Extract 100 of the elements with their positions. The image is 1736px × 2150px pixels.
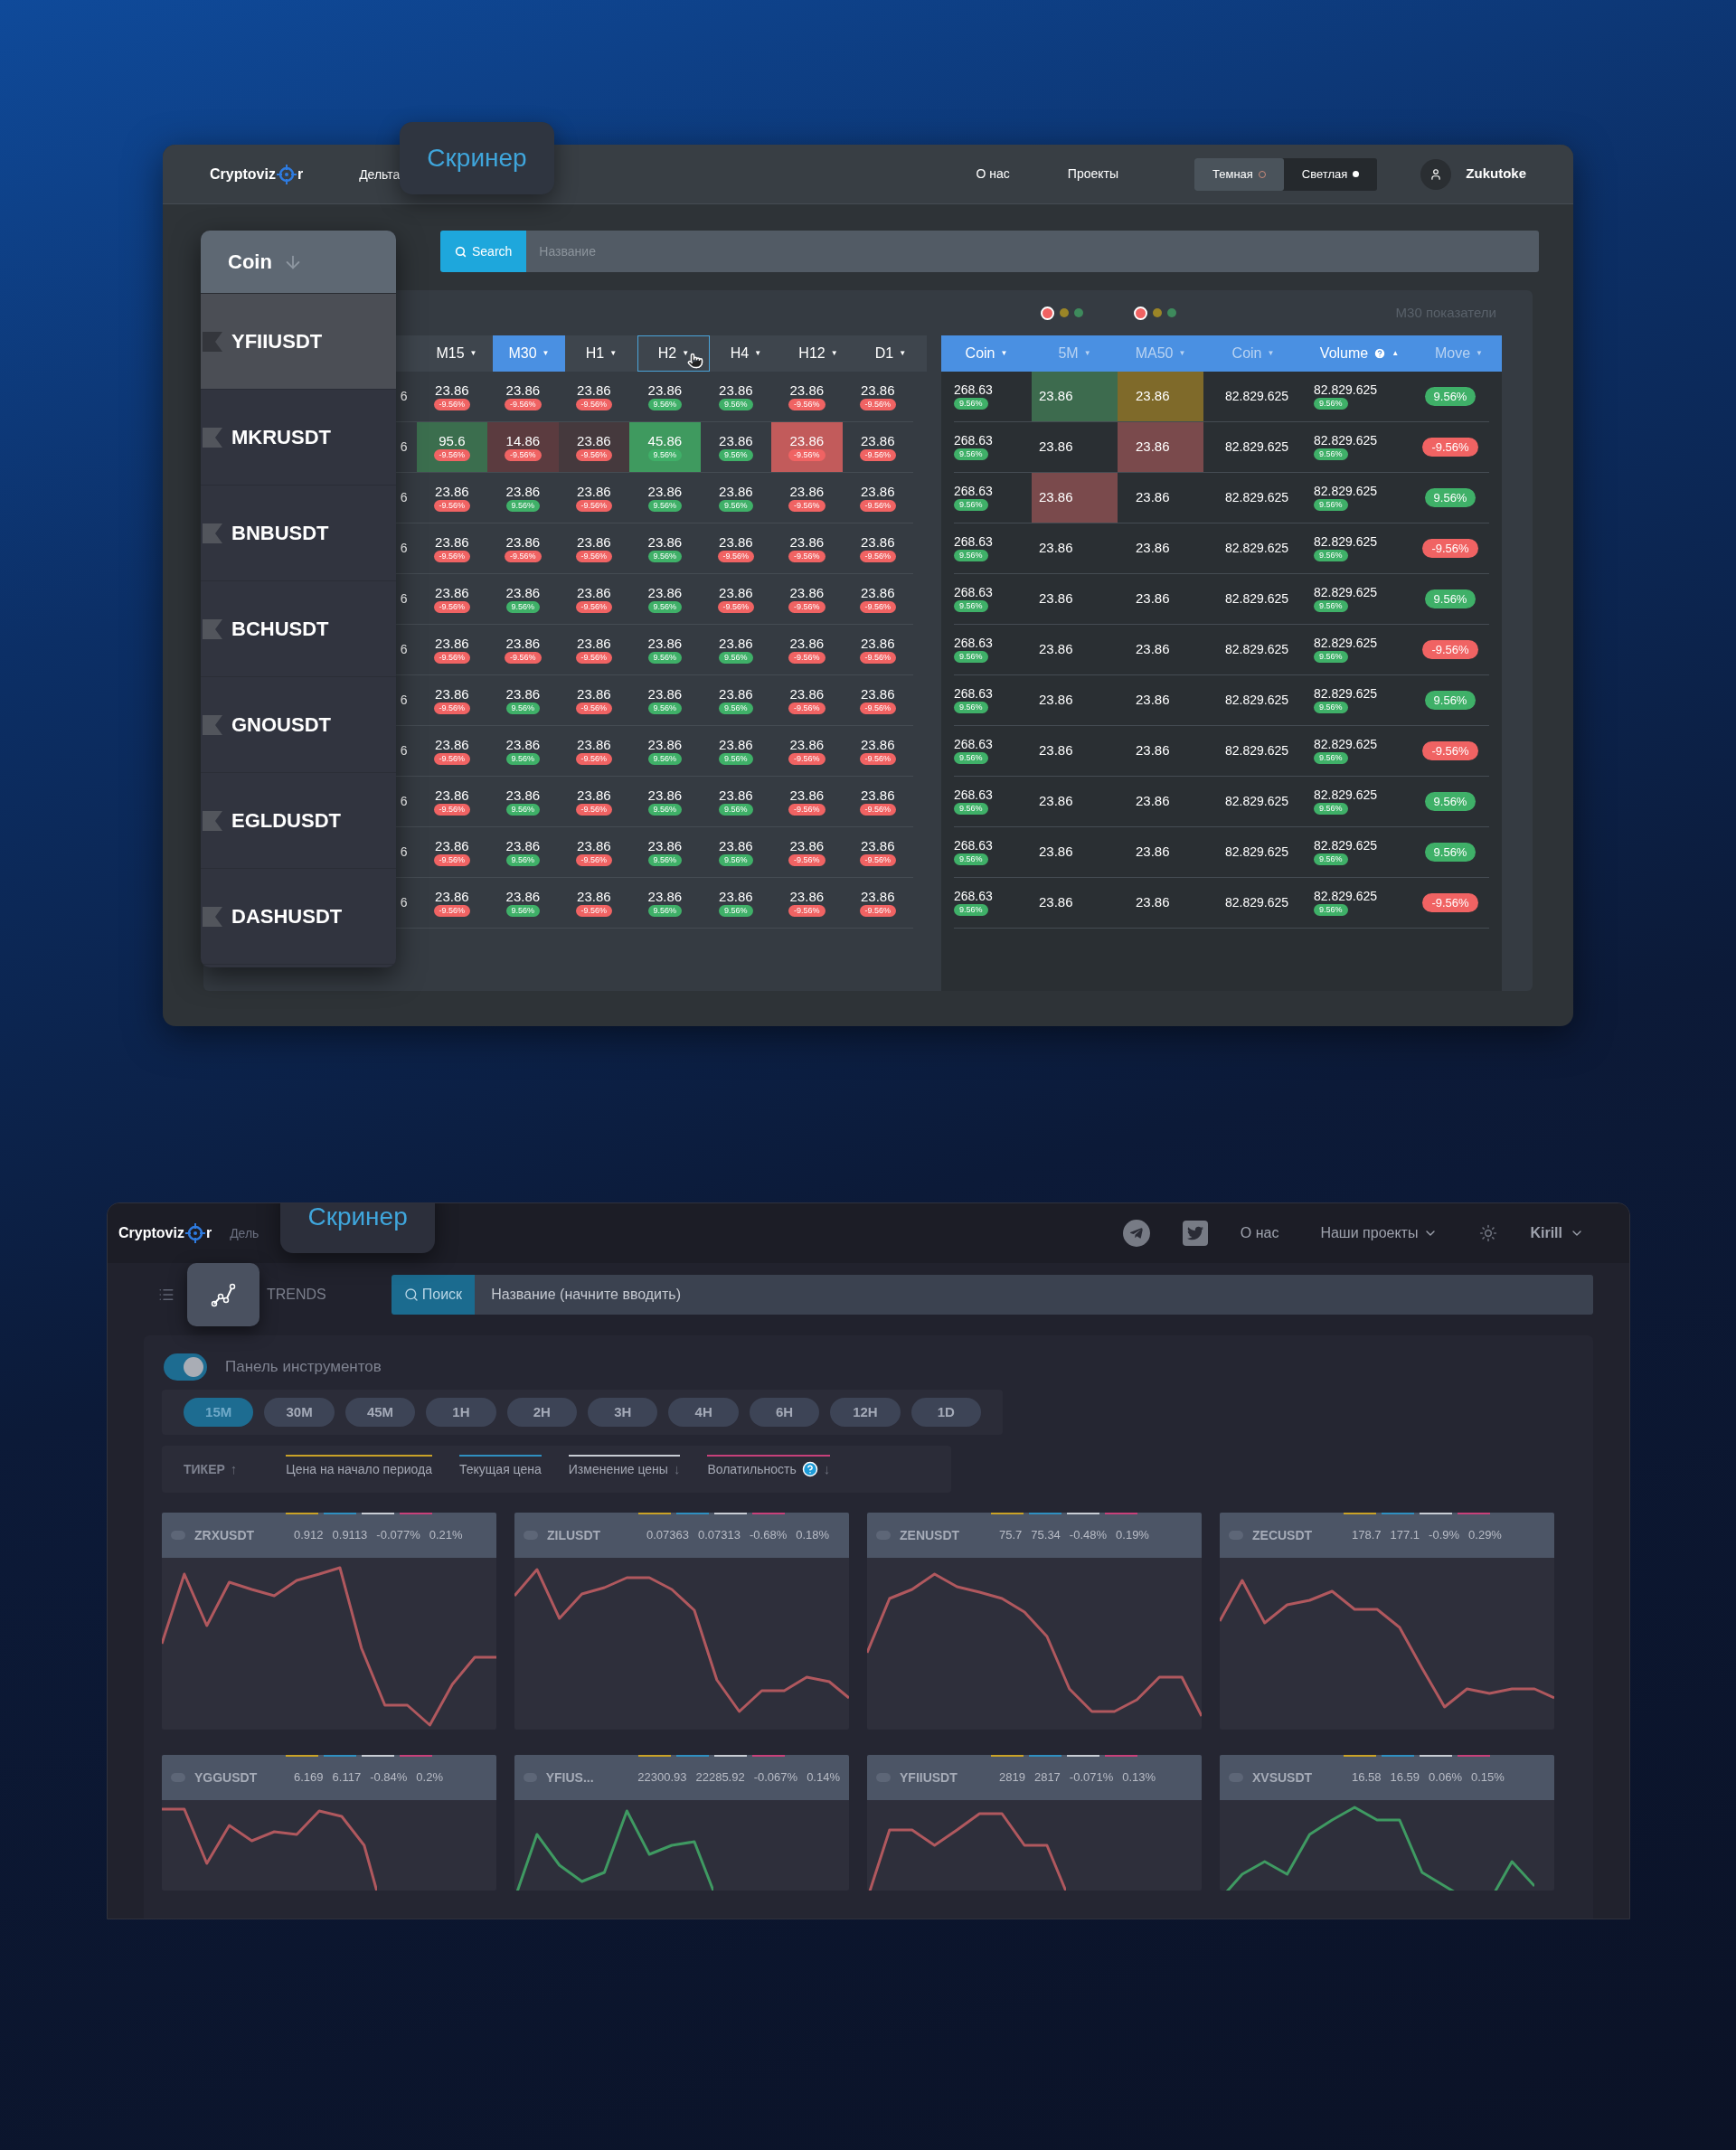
timeframe-button[interactable]: 2H — [506, 1398, 578, 1427]
price-value: 23.86 — [647, 636, 683, 650]
table-cell-text: 82.829.625 — [1225, 793, 1289, 810]
coin-item[interactable]: EGLDUSDT — [201, 773, 396, 869]
table-cell-text: 82.829.625 — [1225, 590, 1289, 608]
change-badge: 9.56% — [1314, 702, 1348, 713]
change-badge: 9.56% — [647, 702, 683, 714]
sort-column[interactable]: Цена на начало периода — [286, 1446, 432, 1493]
ticker-card[interactable]: ZENUSDT 75.7 75.34 -0.48% 0.19% — [867, 1513, 1202, 1730]
column-header[interactable]: M30 ▼ — [493, 335, 565, 372]
theme-option[interactable]: Светлая — [1283, 157, 1378, 191]
timeframe-button[interactable]: 15M — [184, 1398, 254, 1427]
change-badge: -9.56% — [788, 702, 826, 714]
coin-item[interactable]: GNOUSDT — [201, 677, 396, 773]
ticker-card[interactable]: ZILUSDT 0.07363 0.07313 -0.68% 0.18% — [514, 1513, 849, 1730]
coin-item[interactable]: MKRUSDT — [201, 390, 396, 486]
sort-column[interactable]: Текущая цена — [459, 1446, 542, 1493]
change-badge: 9.56% — [1424, 387, 1477, 406]
coin-item[interactable]: BNBUSDT — [201, 486, 396, 581]
column-header[interactable]: H4 ▼ — [710, 335, 782, 372]
table-cell: 82.829.625 — [1314, 687, 1378, 700]
column-header[interactable]: MA50 ▼ — [1118, 335, 1203, 372]
nav-link[interactable]: О нас — [1240, 1222, 1279, 1244]
timeframe-button[interactable]: 45M — [344, 1398, 416, 1427]
ticker-card[interactable]: XVSUSDT 16.58 16.59 0.06% 0.15% — [1220, 1755, 1554, 1891]
search-field[interactable]: Название — [526, 231, 1539, 272]
column-header[interactable]: H1 ▼ — [565, 335, 637, 372]
timeframe-button[interactable]: 4H — [668, 1398, 739, 1427]
change-badge: 9.56% — [647, 904, 683, 917]
table-cell-text: 82.829.625 — [1225, 692, 1289, 709]
change-badge: 9.56% — [1314, 803, 1348, 815]
coin-item[interactable]: DASHUSDT — [201, 869, 396, 965]
table-cell: 82.829.625 — [1314, 586, 1378, 599]
change-badge: 9.56% — [1314, 853, 1348, 865]
column-header[interactable]: H2 ▼ — [637, 335, 710, 372]
twitter-icon[interactable] — [1182, 1221, 1208, 1246]
change-badge: 9.56% — [954, 550, 988, 561]
user-name: Zukutoke — [1466, 165, 1526, 184]
change-badge: -9.56% — [859, 499, 897, 512]
timeframe-button[interactable]: 3H — [588, 1398, 658, 1427]
table-cell-text: 23.86 — [1038, 539, 1074, 558]
column-header[interactable]: Coin ▼ — [1203, 335, 1303, 372]
column-header[interactable]: M15 ▼ — [420, 335, 493, 372]
column-header[interactable]: Volume ▲ — [1303, 335, 1416, 372]
column-header[interactable]: Move ▼ — [1416, 335, 1502, 372]
timeframe-button[interactable]: 1H — [426, 1398, 496, 1427]
ticker-card[interactable]: YGGUSDT 6.169 6.117 -0.84% 0.2% — [162, 1755, 496, 1891]
change-badge: -9.56% — [1422, 741, 1478, 760]
sort-arrow: ↓ — [823, 1459, 831, 1478]
column-header[interactable]: D1 ▼ — [854, 335, 927, 372]
price-value: 23.86 — [577, 534, 611, 549]
table-cell-text: 23.86 — [1135, 691, 1171, 710]
ticker-card[interactable]: YFIIUSDT 2819 2817 -0.071% 0.13% — [867, 1755, 1202, 1891]
table-cell-text: 23.86 — [1038, 741, 1074, 760]
column-header[interactable]: H12 ▼ — [782, 335, 854, 372]
table-cell: 82.829.625 — [1314, 788, 1378, 801]
user-menu[interactable]: Kirill — [1530, 1222, 1584, 1244]
change-badge: 9.56% — [719, 702, 753, 714]
search-button[interactable]: Поиск — [391, 1275, 476, 1315]
search-field[interactable]: Название (начните вводить) — [475, 1275, 1593, 1315]
nav-link[interactable]: Проекты — [1067, 165, 1118, 184]
column-header[interactable]: Coin ▼ — [941, 335, 1032, 372]
sort-column[interactable]: Волатильность ↓ — [707, 1446, 831, 1493]
user-avatar[interactable] — [1420, 158, 1452, 190]
nav-link[interactable]: О нас — [976, 165, 1010, 184]
ticker-card[interactable]: ZECUSDT 178.7 177.1 -0.9% 0.29% — [1220, 1513, 1554, 1730]
column-header[interactable]: 5M ▼ — [1032, 335, 1118, 372]
highlighted-cell: 23.86 — [1118, 422, 1203, 472]
search-button[interactable]: Search — [440, 231, 527, 272]
view-tab[interactable] — [187, 1263, 259, 1326]
list-icon — [158, 1287, 175, 1303]
telegram-icon[interactable] — [1122, 1220, 1150, 1247]
nav-link[interactable]: Наши проекты — [1320, 1222, 1439, 1244]
toggle-switch[interactable] — [164, 1353, 207, 1381]
nav-tab[interactable]: Скринер — [400, 121, 554, 194]
timeframe-button[interactable]: 30M — [264, 1398, 335, 1427]
table-cell: 268.63 — [954, 535, 993, 548]
coin-item[interactable]: BCHUSDT — [201, 581, 396, 677]
nav-tab[interactable]: Дель — [230, 1224, 259, 1243]
sort-column[interactable]: Изменение цены ↓ — [568, 1446, 681, 1493]
timeframe-button[interactable]: 1D — [910, 1398, 982, 1427]
price-change: -0.9% — [1429, 1527, 1460, 1544]
change-badge: -9.56% — [859, 803, 897, 816]
change-badge: -9.56% — [859, 752, 897, 765]
highlighted-cell: 23.86 — [1032, 473, 1118, 523]
change-badge: -9.56% — [788, 550, 826, 562]
ticker-card[interactable]: YFIUS... 22300.93 22285.92 -0.067% 0.14% — [514, 1755, 849, 1891]
nav-tab[interactable]: Дельта — [359, 165, 401, 184]
price-value: 23.86 — [861, 484, 895, 498]
sun-icon[interactable] — [1479, 1224, 1498, 1242]
nav-tab[interactable]: Скринер — [280, 1203, 435, 1253]
price-value: 23.86 — [435, 636, 469, 650]
theme-option[interactable]: Темная — [1194, 157, 1284, 191]
timeframe-button[interactable]: 6H — [749, 1398, 820, 1427]
sort-column[interactable]: ТИКЕР ↑ — [184, 1446, 238, 1493]
timeframe-button[interactable]: 12H — [830, 1398, 901, 1427]
change-badge: -9.56% — [505, 651, 542, 664]
coin-item[interactable]: YFIIUSDT — [201, 294, 396, 390]
table-cell-text: 23.86 — [1135, 893, 1171, 912]
ticker-card[interactable]: ZRXUSDT 0.912 0.9113 -0.077% 0.21% — [162, 1513, 496, 1730]
